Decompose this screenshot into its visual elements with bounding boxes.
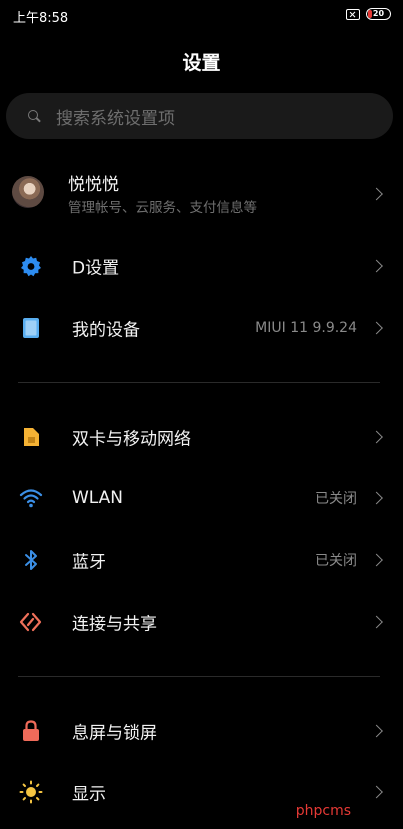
settings-item-d[interactable]: D设置 xyxy=(0,238,403,294)
sim-card-icon xyxy=(18,424,44,450)
phone-icon xyxy=(18,315,44,341)
chevron-right-icon xyxy=(370,615,383,629)
account-row[interactable]: 悦悦悦 管理帐号、云服务、支付信息等 xyxy=(0,168,403,220)
battery-fill xyxy=(368,10,372,18)
status-time: 上午8:58 xyxy=(13,11,69,26)
account-subtitle: 管理帐号、云服务、支付信息等 xyxy=(68,200,257,216)
status-bar: 上午8:58 20 xyxy=(0,0,403,30)
avatar xyxy=(12,176,44,208)
chevron-right-icon xyxy=(370,430,383,444)
settings-item-connection-sharing[interactable]: 连接与共享 xyxy=(0,594,403,650)
miui-version: MIUI 11 9.9.24 xyxy=(255,320,357,336)
chevron-right-icon xyxy=(370,321,383,335)
search-input[interactable]: 搜索系统设置项 xyxy=(6,93,393,139)
row-label: WLAN xyxy=(72,488,124,508)
settings-item-dual-sim[interactable]: 双卡与移动网络 xyxy=(0,409,403,465)
row-label: 连接与共享 xyxy=(72,614,157,635)
row-label: 双卡与移动网络 xyxy=(72,429,191,450)
chevron-right-icon xyxy=(370,553,383,567)
wlan-status: 已关闭 xyxy=(315,491,357,507)
row-label: 显示 xyxy=(72,784,106,805)
no-sim-icon xyxy=(346,8,360,20)
lock-icon xyxy=(18,718,44,744)
search-placeholder: 搜索系统设置项 xyxy=(56,108,175,129)
gear-icon xyxy=(18,253,44,279)
battery-icon: 20 xyxy=(366,8,391,20)
settings-item-lock-screen[interactable]: 息屏与锁屏 xyxy=(0,703,403,759)
row-label: 蓝牙 xyxy=(72,552,106,573)
settings-item-bluetooth[interactable]: 蓝牙 已关闭 xyxy=(0,532,403,588)
search-icon xyxy=(26,108,42,124)
row-label: 息屏与锁屏 xyxy=(72,723,157,744)
row-label: D设置 xyxy=(72,258,120,279)
chevron-right-icon xyxy=(370,187,383,201)
watermark: phpcms xyxy=(295,803,351,819)
settings-item-wlan[interactable]: WLAN 已关闭 xyxy=(0,470,403,526)
chevron-right-icon xyxy=(370,785,383,799)
row-label: 我的设备 xyxy=(72,320,140,341)
account-name: 悦悦悦 xyxy=(68,175,119,195)
chevron-right-icon xyxy=(370,491,383,505)
section-divider xyxy=(18,382,380,383)
sun-icon xyxy=(18,779,44,805)
wifi-icon xyxy=(18,485,44,511)
bluetooth-icon xyxy=(18,547,44,573)
status-icons: 20 xyxy=(346,8,391,20)
section-divider xyxy=(18,676,380,677)
chevron-right-icon xyxy=(370,724,383,738)
share-icon xyxy=(18,609,44,635)
settings-item-my-device[interactable]: 我的设备 MIUI 11 9.9.24 xyxy=(0,300,403,356)
battery-level: 20 xyxy=(372,9,385,18)
bluetooth-status: 已关闭 xyxy=(315,553,357,569)
page-title: 设置 xyxy=(182,52,221,74)
chevron-right-icon xyxy=(370,259,383,273)
